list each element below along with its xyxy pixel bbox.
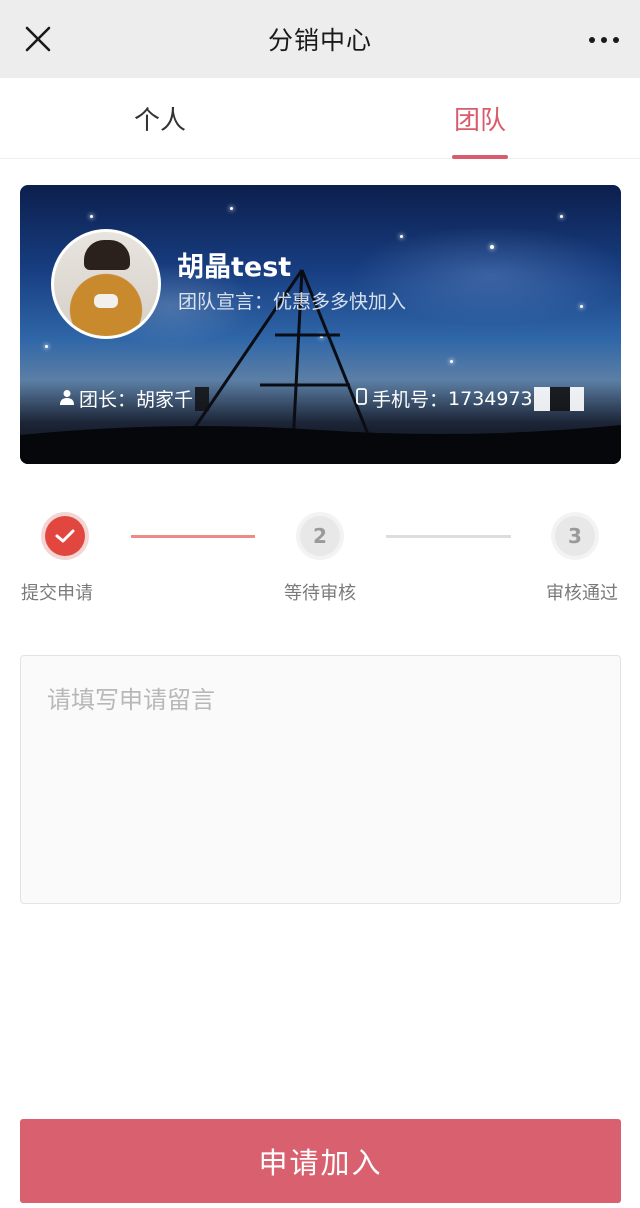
- step-3-circle: 3: [555, 516, 595, 556]
- phone-icon: [356, 387, 367, 410]
- team-slogan: 团队宣言：优惠多多快加入: [178, 291, 407, 313]
- step-label: 等待审核: [284, 583, 356, 604]
- top-navbar: 分销中心: [0, 0, 640, 78]
- check-icon: [55, 529, 75, 543]
- team-name: 胡晶test: [177, 252, 292, 283]
- tab-bar: 个人 团队: [0, 78, 640, 159]
- tab-label: 个人: [133, 105, 186, 136]
- step-connector-done: [131, 535, 255, 538]
- person-icon: [60, 388, 74, 410]
- phone-number: 1734973: [448, 387, 533, 410]
- step-label: 提交申请: [21, 583, 93, 604]
- step-1-circle: [45, 516, 85, 556]
- leader-name: 胡家千: [136, 389, 194, 411]
- active-tab-indicator: [452, 155, 508, 159]
- page-title: 分销中心: [267, 26, 372, 55]
- tab-team[interactable]: 团队: [320, 78, 640, 159]
- team-card: 胡晶test 团队宣言：优惠多多快加入 团长： 胡家千 手机号： 1734973: [20, 185, 621, 464]
- tab-personal[interactable]: 个人: [0, 78, 320, 158]
- step-2-circle: 2: [300, 516, 340, 556]
- leader-info: 团长： 胡家千: [60, 385, 210, 412]
- redaction-block: [195, 386, 210, 411]
- phone-info: 手机号： 1734973: [356, 385, 584, 412]
- leader-label: 团长：: [79, 389, 137, 411]
- phone-label: 手机号：: [372, 389, 449, 411]
- tab-label: 团队: [453, 105, 506, 136]
- application-steps: 2 3 提交申请 等待审核 审核通过: [0, 510, 640, 610]
- redaction-block: [533, 386, 550, 411]
- team-avatar: [51, 229, 161, 339]
- redaction-block: [549, 386, 570, 411]
- more-horizontal-icon[interactable]: [584, 22, 624, 58]
- apply-join-button[interactable]: 申请加入: [20, 1119, 621, 1203]
- application-message-input[interactable]: [20, 655, 621, 904]
- close-icon[interactable]: [18, 19, 58, 59]
- redaction-block: [569, 386, 584, 411]
- step-label: 审核通过: [546, 583, 618, 604]
- step-connector-pending: [386, 535, 511, 538]
